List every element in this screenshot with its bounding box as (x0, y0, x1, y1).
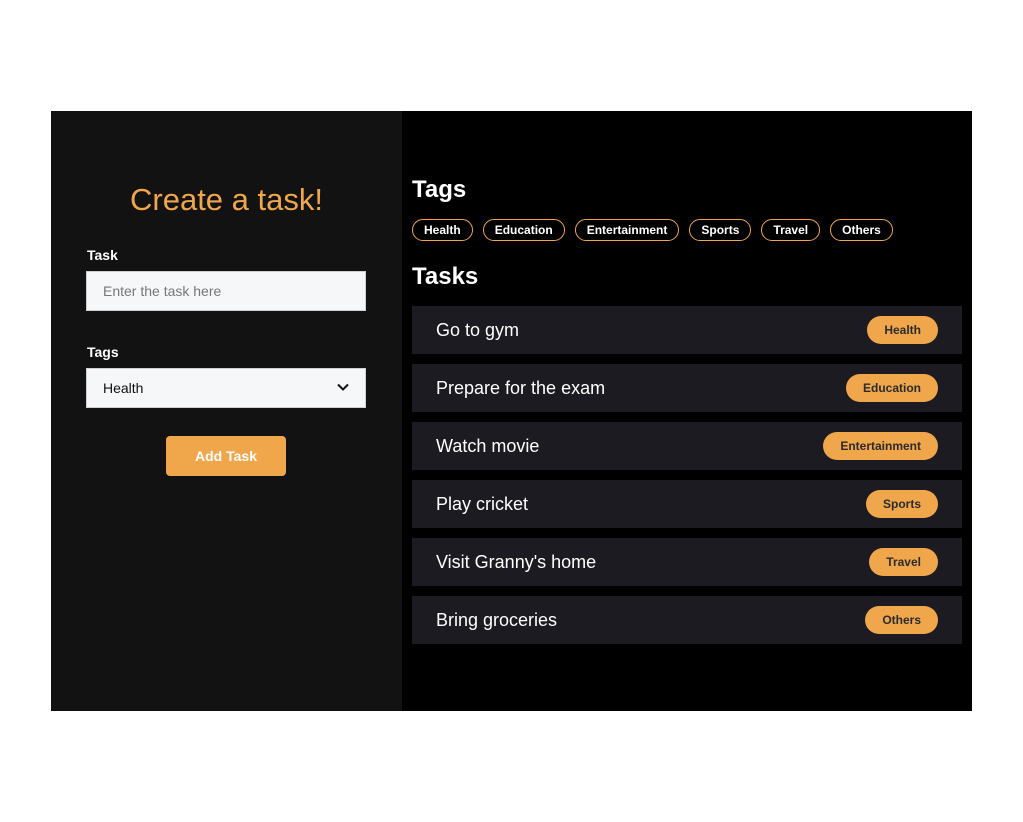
task-item-text: Play cricket (436, 493, 529, 514)
tasks-panel: Tags Health Education Entertainment Spor… (402, 111, 972, 711)
tags-select[interactable]: Health (86, 368, 366, 408)
add-task-button[interactable]: Add Task (166, 436, 286, 476)
tag-filter-sports[interactable]: Sports (689, 219, 752, 241)
tag-filter-list: Health Education Entertainment Sports Tr… (412, 219, 893, 241)
task-item[interactable]: Prepare for the exam Education (412, 364, 962, 412)
create-task-title: Create a task! (130, 182, 323, 217)
task-app: Create a task! Task Tags Health Add Task… (51, 111, 972, 711)
tag-filter-health[interactable]: Health (412, 219, 473, 241)
task-item[interactable]: Play cricket Sports (412, 480, 962, 528)
task-item-text: Go to gym (436, 319, 520, 340)
tag-filter-entertainment[interactable]: Entertainment (574, 219, 680, 241)
task-item-tag: Sports (865, 490, 938, 518)
task-field-label: Task (87, 247, 118, 263)
task-item-text: Watch movie (436, 435, 540, 456)
task-item-tag: Health (867, 316, 938, 344)
tags-field-label: Tags (87, 344, 119, 360)
tasks-heading: Tasks (412, 263, 479, 290)
task-item[interactable]: Visit Granny's home Travel (412, 538, 962, 586)
task-list: Go to gym Health Prepare for the exam Ed… (412, 306, 962, 654)
tags-heading: Tags (412, 176, 467, 203)
task-item-text: Prepare for the exam (436, 377, 606, 398)
task-item-tag: Entertainment (823, 432, 938, 460)
task-item-tag: Travel (869, 548, 938, 576)
task-item-tag: Others (865, 606, 938, 634)
chevron-down-icon (337, 383, 349, 394)
tags-select-value: Health (103, 380, 144, 396)
task-input[interactable] (86, 271, 366, 311)
task-item[interactable]: Bring groceries Others (412, 596, 962, 644)
task-item-text: Bring groceries (436, 609, 558, 630)
task-item[interactable]: Watch movie Entertainment (412, 422, 962, 470)
create-task-panel: Create a task! Task Tags Health Add Task (51, 111, 402, 711)
task-item-text: Visit Granny's home (436, 551, 597, 572)
task-item[interactable]: Go to gym Health (412, 306, 962, 354)
tag-filter-education[interactable]: Education (482, 219, 565, 241)
task-item-tag: Education (845, 374, 938, 402)
tag-filter-travel[interactable]: Travel (761, 219, 821, 241)
tag-filter-others[interactable]: Others (830, 219, 893, 241)
